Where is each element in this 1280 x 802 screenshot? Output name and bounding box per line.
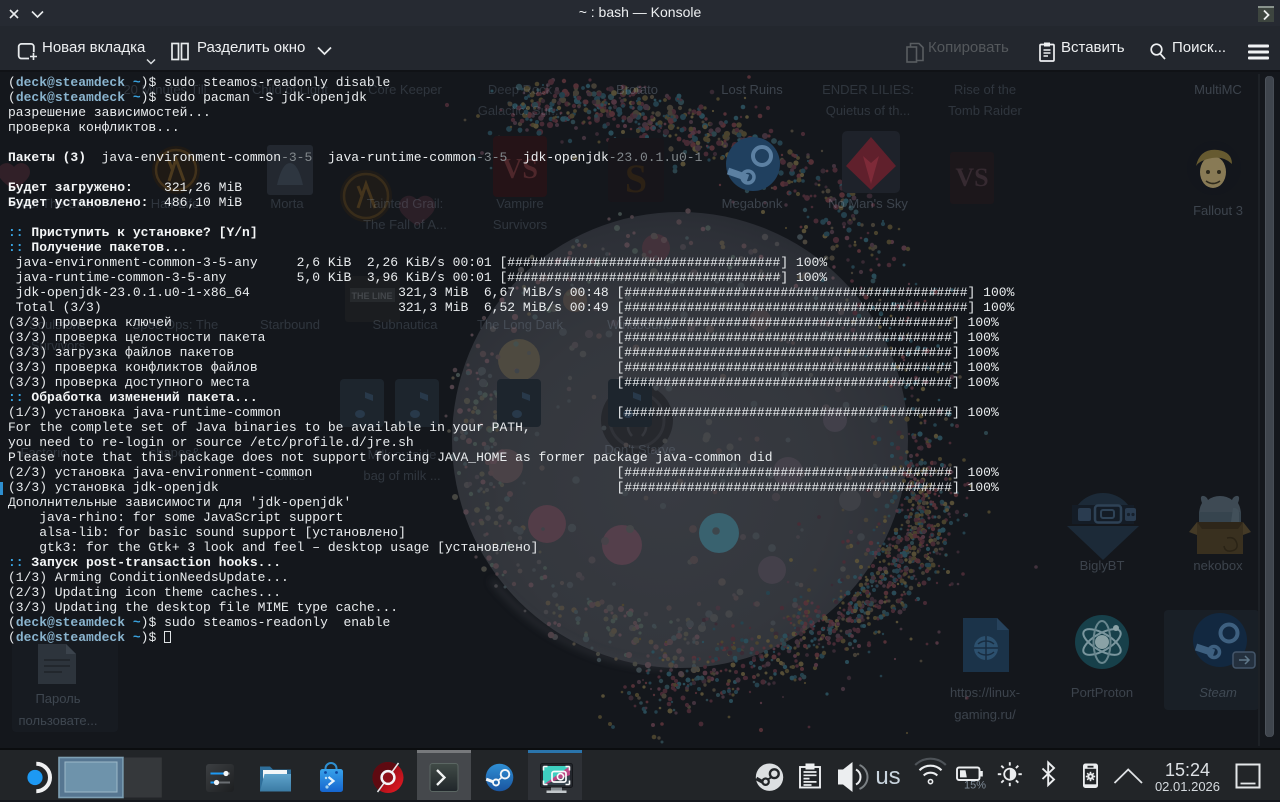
svg-text:15%: 15% [964, 780, 986, 792]
